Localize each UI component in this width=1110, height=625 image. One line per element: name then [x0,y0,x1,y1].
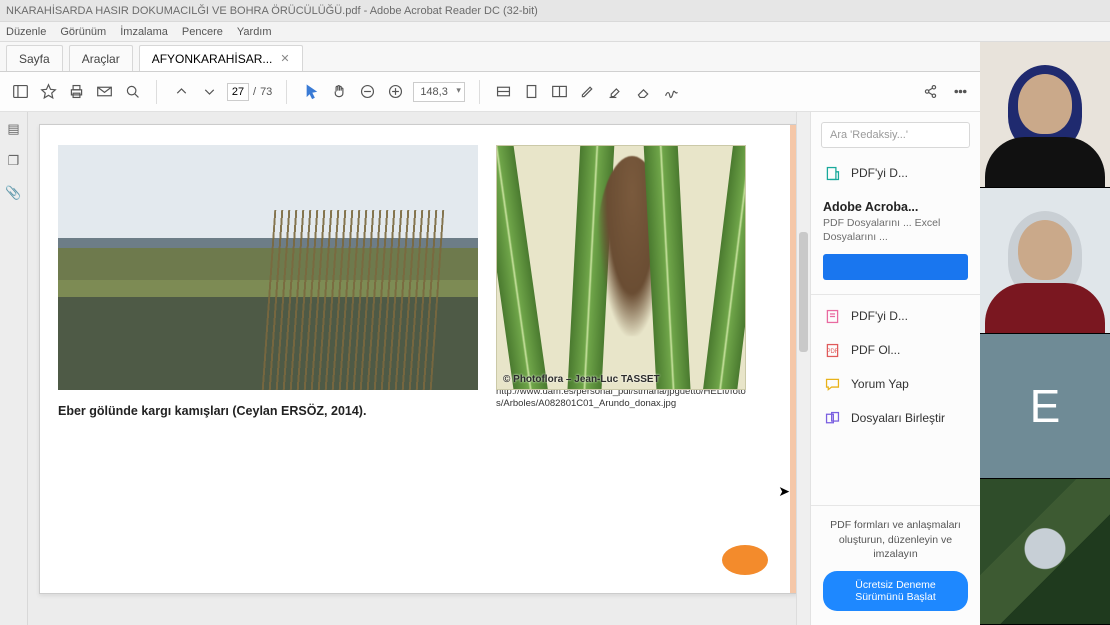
select-tool-icon[interactable] [301,82,321,102]
annotate-icon[interactable] [578,82,598,102]
print-icon[interactable] [66,82,86,102]
participant-tile-4[interactable] [980,479,1110,625]
page-current-input[interactable] [227,83,249,101]
figure-credit: © Photoflora – Jean-Luc TASSET [503,374,660,385]
tools-section-title: Adobe Acroba... [811,190,980,216]
tab-home-label: Sayfa [19,52,50,66]
zoom-select[interactable]: 148,3 [413,82,465,102]
tab-home[interactable]: Sayfa [6,45,63,71]
menu-edit[interactable]: Düzenle [6,26,46,38]
document-scroll[interactable]: © Photoflora – Jean-Luc TASSET Eber gölü… [28,112,810,625]
figure-lake-reeds [58,145,478,390]
zoom-value: 148,3 [420,86,448,98]
tool-edit-pdf-label: PDF'yi D... [851,309,908,323]
tool-export-pdf-label: PDF'yi D... [851,166,908,180]
tools-search-input[interactable]: Ara 'Redaksiy...' [821,122,970,148]
tab-file[interactable]: AFYONKARAHİSAR... ✕ [139,45,303,71]
toolbar: / 73 148,3 [0,72,980,112]
vertical-scrollbar[interactable] [796,112,810,625]
menu-help[interactable]: Yardım [237,26,272,38]
menu-view[interactable]: Görünüm [60,26,106,38]
fit-page-icon[interactable] [522,82,542,102]
tools-section-sub: PDF Dosyalarını ... Excel Dosyalarını ..… [811,216,980,254]
video-participants: E [980,42,1110,625]
participant-tile-3[interactable]: E [980,334,1110,480]
close-icon[interactable]: ✕ [280,52,289,65]
comment-icon [823,375,841,393]
tools-footer-msg: PDF formları ve anlaşmaları oluşturun, d… [823,518,968,561]
tab-tools-label: Araçlar [82,52,120,66]
tools-footer: PDF formları ve anlaşmaları oluşturun, d… [811,505,980,625]
tools-pane: Ara 'Redaksiy...' PDF'yi D... Adobe Acro… [810,112,980,625]
hand-tool-icon[interactable] [329,82,349,102]
create-pdf-icon: PDF [823,341,841,359]
highlight-icon[interactable] [606,82,626,102]
participant-tile-2[interactable] [980,188,1110,334]
read-mode-icon[interactable] [550,82,570,102]
rail-thumbnails-icon[interactable]: ▤ [5,120,23,138]
tool-edit-pdf[interactable]: PDF'yi D... [811,299,980,333]
figure-arundo-donax: © Photoflora – Jean-Luc TASSET [496,145,746,390]
edit-pdf-icon [823,307,841,325]
pdf-page: © Photoflora – Jean-Luc TASSET Eber gölü… [39,124,799,594]
star-icon[interactable] [38,82,58,102]
rail-bookmarks-icon[interactable]: ❐ [5,152,23,170]
tool-create-pdf-label: PDF Ol... [851,343,900,357]
page-up-icon[interactable] [171,82,191,102]
tool-comment[interactable]: Yorum Yap [811,367,980,401]
menu-window[interactable]: Pencere [182,26,223,38]
share-icon[interactable] [920,82,940,102]
tool-export-pdf[interactable]: PDF'yi D... [811,156,980,190]
mail-icon[interactable] [94,82,114,102]
more-icon[interactable] [950,82,970,102]
combine-icon [823,409,841,427]
sign-icon[interactable] [662,82,682,102]
avatar-letter: E [1030,379,1061,433]
tool-combine[interactable]: Dosyaları Birleştir [811,401,980,435]
window-title: NKARAHİSARDA HASIR DOKUMACILĞI VE BOHRA … [6,5,538,17]
svg-text:PDF: PDF [826,349,838,355]
nav-rail: ▤ ❐ 📎 [0,112,28,625]
tools-divider [811,294,980,295]
page-number-badge [722,545,768,575]
scrollbar-thumb[interactable] [799,232,808,352]
toolbar-separator [479,80,480,104]
tools-convert-button[interactable] [823,254,968,280]
tab-strip: Sayfa Araçlar AFYONKARAHİSAR... ✕ [0,42,980,72]
zoom-out-icon[interactable] [357,82,377,102]
sidebar-toggle-icon[interactable] [10,82,30,102]
zoom-in-icon[interactable] [385,82,405,102]
document-area: ▤ ❐ 📎 [0,112,810,625]
tool-create-pdf[interactable]: PDF PDF Ol... [811,333,980,367]
start-trial-label: Ücretsiz Deneme Sürümünü Başlat [855,579,936,603]
page-down-icon[interactable] [199,82,219,102]
menu-sign[interactable]: İmzalama [120,26,168,38]
tab-file-label: AFYONKARAHİSAR... [152,52,273,66]
tools-search-placeholder: Ara 'Redaksiy...' [830,129,908,141]
toolbar-separator [286,80,287,104]
participant-tile-1[interactable] [980,42,1110,188]
export-pdf-icon [823,164,841,182]
erase-icon[interactable] [634,82,654,102]
fit-width-icon[interactable] [494,82,514,102]
page-total: 73 [260,86,272,98]
rail-attachment-icon[interactable]: 📎 [5,184,23,202]
search-icon[interactable] [122,82,142,102]
tool-comment-label: Yorum Yap [851,377,909,391]
page-indicator: / 73 [227,83,272,101]
menubar: Düzenle Görünüm İmzalama Pencere Yardım [0,22,1110,42]
start-trial-button[interactable]: Ücretsiz Deneme Sürümünü Başlat [823,571,968,611]
page-sep: / [253,86,256,98]
tool-combine-label: Dosyaları Birleştir [851,411,945,425]
tab-tools[interactable]: Araçlar [69,45,133,71]
cursor-icon: ➤ [778,483,790,500]
window-titlebar: NKARAHİSARDA HASIR DOKUMACILĞI VE BOHRA … [0,0,1110,22]
toolbar-separator [156,80,157,104]
